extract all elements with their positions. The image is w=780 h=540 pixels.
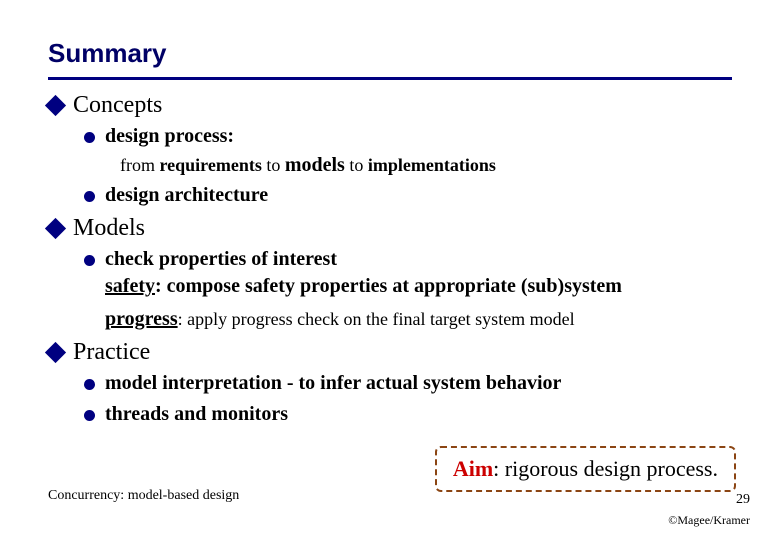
progress-label: progress bbox=[105, 308, 178, 330]
copyright: ©Magee/Kramer bbox=[668, 513, 750, 528]
title-rule bbox=[48, 77, 732, 80]
concepts-design-process: design process: bbox=[105, 123, 234, 150]
text-to1: to bbox=[262, 155, 285, 175]
text-implementations: implementations bbox=[368, 155, 496, 175]
slide-title: Summary bbox=[48, 38, 732, 77]
text-models: models bbox=[285, 154, 345, 176]
list-item: design architecture bbox=[84, 182, 732, 209]
aim-label: Aim bbox=[453, 456, 493, 481]
aim-text: Aim: rigorous design process. bbox=[453, 456, 718, 481]
practice-threads-monitors: threads and monitors bbox=[105, 401, 288, 428]
models-check-properties: check properties of interest bbox=[105, 246, 337, 273]
progress-text: : apply progress check on the final targ… bbox=[178, 309, 575, 329]
concepts-design-process-detail: from requirements to models to implement… bbox=[120, 155, 496, 175]
list-item: from requirements to models to implement… bbox=[120, 152, 732, 178]
dot-bullet-icon bbox=[84, 255, 95, 266]
list-item: threads and monitors bbox=[84, 401, 732, 428]
practice-model-interpretation: model interpretation - to infer actual s… bbox=[105, 370, 561, 397]
models-progress-line: progress: apply progress check on the fi… bbox=[105, 306, 732, 333]
dot-bullet-icon bbox=[84, 191, 95, 202]
dot-bullet-icon bbox=[84, 132, 95, 143]
dot-bullet-icon bbox=[84, 379, 95, 390]
aim-body: : rigorous design process. bbox=[493, 456, 718, 481]
section-concepts: Concepts bbox=[48, 92, 732, 119]
list-item: design process: bbox=[84, 123, 732, 150]
page-number: 29 bbox=[736, 492, 750, 508]
diamond-bullet-icon bbox=[45, 95, 66, 116]
section-label-practice: Practice bbox=[73, 339, 150, 366]
section-label-concepts: Concepts bbox=[73, 92, 162, 119]
footer-left: Concurrency: model-based design bbox=[48, 488, 239, 504]
dot-bullet-icon bbox=[84, 410, 95, 421]
text-from: from bbox=[120, 155, 160, 175]
aim-box: Aim: rigorous design process. bbox=[435, 446, 736, 492]
list-item: model interpretation - to infer actual s… bbox=[84, 370, 732, 397]
models-safety-line: safety: compose safety properties at app… bbox=[105, 273, 732, 300]
text-to2: to bbox=[345, 155, 368, 175]
diamond-bullet-icon bbox=[45, 218, 66, 239]
concepts-design-architecture: design architecture bbox=[105, 182, 268, 209]
section-practice: Practice bbox=[48, 339, 732, 366]
list-item: check properties of interest bbox=[84, 246, 732, 273]
section-models: Models bbox=[48, 215, 732, 242]
safety-text: : compose safety properties at appropria… bbox=[155, 275, 622, 297]
safety-label: safety bbox=[105, 275, 155, 297]
text-requirements: requirements bbox=[160, 155, 262, 175]
diamond-bullet-icon bbox=[45, 342, 66, 363]
section-label-models: Models bbox=[73, 215, 145, 242]
